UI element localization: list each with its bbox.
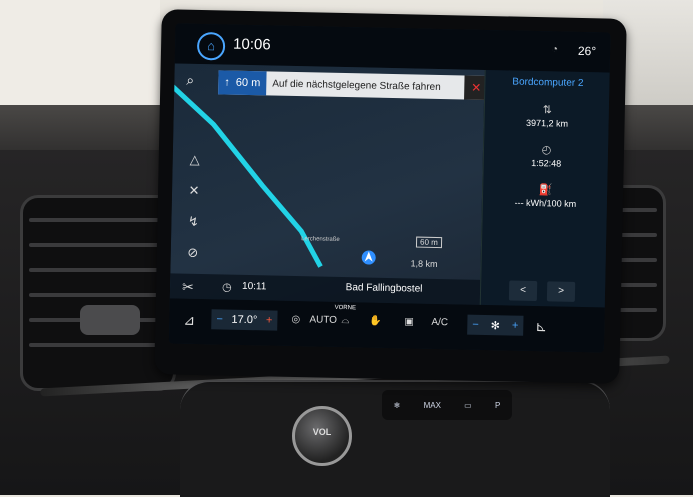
temp-down-button[interactable]: − [216, 313, 223, 325]
seat-heat-right-icon[interactable]: ⊾ [535, 318, 547, 335]
seat-heat-left-icon[interactable]: ⊿ [183, 312, 195, 329]
map-tools: △ ✕ ↯ ⊘ [179, 152, 209, 262]
front-defrost-icon[interactable]: ⌓ [341, 315, 349, 326]
tools-icon[interactable]: ✂ [182, 279, 194, 296]
mute-guidance-icon[interactable]: ⊘ [187, 245, 198, 261]
next-button[interactable]: > [546, 281, 576, 302]
eta-time: 10:11 [241, 280, 267, 293]
compass-icon[interactable]: △ [190, 152, 200, 168]
vol-label: VOL [312, 427, 332, 437]
screen: ⌂ 10:06 ◔ 26° ⌕ ↑ 60 m Auf die nächstgele… [168, 23, 611, 353]
route-icon: ⇅ [542, 104, 553, 117]
rear-defrost-icon[interactable]: ❄ [394, 401, 401, 410]
prev-button[interactable]: < [508, 280, 538, 302]
trip-consumption: ⛽ --- kWh/100 km [483, 182, 608, 210]
car-dashboard-photo: VOL ❄ MAX ▭ P ⌂ 10:06 ◔ 26° ⌕ ↑ 60 m Auf … [0, 0, 693, 497]
rear-window-icon[interactable]: ▣ [404, 316, 414, 327]
outside-temperature: 26° [577, 43, 597, 59]
panel-pager: < > [508, 280, 576, 302]
steering-heat-icon[interactable]: ◎ [291, 314, 300, 325]
maneuver-distance: ↑ 60 m [218, 70, 267, 96]
instruction-text: Auf die nächstgelegene Straße fahren [272, 78, 441, 93]
trip-duration: ◴ 1:52:48 [484, 142, 609, 170]
fan-down-button[interactable]: − [472, 319, 479, 331]
auto-button[interactable]: AUTO [309, 314, 337, 326]
left-air-vent[interactable] [20, 195, 176, 391]
vorne-label: VORNE [334, 304, 357, 312]
home-icon: ⌂ [207, 38, 216, 54]
arrow-up-icon: ↑ [224, 76, 230, 89]
temp-up-button[interactable]: + [266, 314, 273, 326]
trip-computer-panel: Bordcomputer 2 ⇅ 3971,2 km ◴ 1:52:48 ⛽ --- … [479, 69, 611, 308]
clock: 10:06 [232, 35, 271, 54]
vent-control-knob[interactable] [80, 305, 140, 335]
recirculation-icon[interactable]: ▭ [464, 401, 472, 410]
ac-button[interactable]: A/C [431, 317, 448, 328]
temperature-left-control[interactable]: − 17.0° + [211, 309, 278, 331]
zoom-fit-icon[interactable]: ✕ [188, 183, 199, 199]
airflow-icon[interactable]: ✋ [369, 316, 382, 327]
temp-left-value: 17.0° [231, 313, 258, 327]
fan-speed-control[interactable]: − ✻ + [467, 314, 524, 336]
route-options-icon[interactable]: ↯ [188, 214, 199, 230]
fuel-icon: ⛽ [538, 184, 553, 197]
parking-icon[interactable]: P [495, 401, 500, 410]
max-defrost-button[interactable]: MAX [424, 401, 441, 410]
map-scale: 60 m [415, 236, 442, 249]
search-icon[interactable]: ⌕ [186, 72, 194, 89]
trip-distance: ⇅ 3971,2 km [484, 102, 609, 130]
remaining-distance: 1,8 km [410, 258, 438, 270]
fan-icon: ✻ [490, 319, 501, 332]
hardware-button-row: ❄ MAX ▭ P [382, 390, 512, 420]
wifi-icon: ◔ [551, 43, 559, 56]
background-wall [0, 0, 160, 120]
panel-title[interactable]: Bordcomputer 2 [485, 76, 610, 90]
eta-icon: ◷ [221, 281, 232, 294]
stopwatch-icon: ◴ [541, 144, 552, 157]
infotainment-display: ⌂ 10:06 ◔ 26° ⌕ ↑ 60 m Auf die nächstgele… [154, 9, 627, 384]
volume-knob[interactable]: VOL [292, 406, 352, 466]
fan-up-button[interactable]: + [512, 320, 519, 332]
street-label: Lerchenstraße [301, 236, 340, 243]
